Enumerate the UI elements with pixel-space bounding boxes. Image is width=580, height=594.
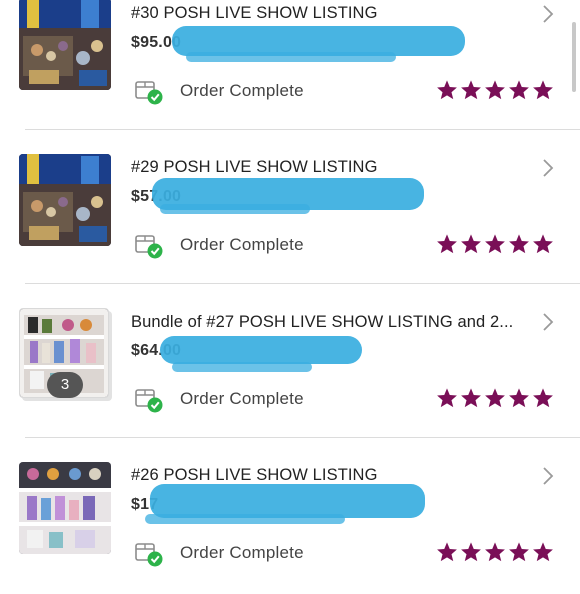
order-row-bundle-27[interactable]: 3 Bundle of #27 POSH LIVE SHOW LISTING a… <box>0 286 580 440</box>
row-divider <box>25 283 580 284</box>
package-check-icon <box>135 81 163 105</box>
rating-stars <box>436 79 554 101</box>
star-icon <box>437 388 457 408</box>
star-icon <box>533 80 553 100</box>
package-check-icon <box>135 389 163 413</box>
row-divider <box>25 437 580 438</box>
star-icon <box>461 388 481 408</box>
order-row-29[interactable]: #29 POSH LIVE SHOW LISTING $57.00 Order … <box>0 132 580 286</box>
redaction-scribble <box>186 52 396 62</box>
package-check-icon <box>135 235 163 259</box>
chevron-right-icon[interactable] <box>540 4 556 24</box>
star-icon <box>485 388 505 408</box>
row-divider <box>25 129 580 130</box>
listing-thumbnail <box>19 154 111 246</box>
redaction-scribble <box>172 362 312 372</box>
star-icon <box>509 80 529 100</box>
star-icon <box>533 234 553 254</box>
order-row-26[interactable]: #26 POSH LIVE SHOW LISTING $17 Order Com… <box>0 440 580 594</box>
listing-title: #26 POSH LIVE SHOW LISTING <box>131 466 378 484</box>
order-row-30[interactable]: #30 POSH LIVE SHOW LISTING $95.00 Order … <box>0 0 580 132</box>
star-icon <box>485 542 505 562</box>
star-icon <box>461 80 481 100</box>
listing-title: #29 POSH LIVE SHOW LISTING <box>131 158 378 176</box>
chevron-right-icon[interactable] <box>540 466 556 486</box>
order-status: Order Complete <box>180 389 304 408</box>
redaction-scribble <box>145 514 345 524</box>
star-icon <box>485 80 505 100</box>
rating-stars <box>436 233 554 255</box>
star-icon <box>509 234 529 254</box>
order-status: Order Complete <box>180 543 304 562</box>
redaction-scribble <box>160 204 310 214</box>
star-icon <box>437 542 457 562</box>
star-icon <box>509 542 529 562</box>
listing-title: Bundle of #27 POSH LIVE SHOW LISTING and… <box>131 313 514 331</box>
scrollbar[interactable] <box>572 22 576 92</box>
redaction-scribble <box>160 336 362 364</box>
star-icon <box>509 388 529 408</box>
star-icon <box>437 80 457 100</box>
rating-stars <box>436 541 554 563</box>
chevron-right-icon[interactable] <box>540 158 556 178</box>
star-icon <box>461 542 481 562</box>
redaction-scribble <box>150 484 425 518</box>
star-icon <box>437 234 457 254</box>
star-icon <box>461 234 481 254</box>
star-icon <box>533 388 553 408</box>
order-status: Order Complete <box>180 81 304 100</box>
star-icon <box>533 542 553 562</box>
chevron-right-icon[interactable] <box>540 312 556 332</box>
bundle-count-badge: 3 <box>47 372 83 398</box>
order-status: Order Complete <box>180 235 304 254</box>
package-check-icon <box>135 543 163 567</box>
listing-title: #30 POSH LIVE SHOW LISTING <box>131 4 378 22</box>
star-icon <box>485 234 505 254</box>
rating-stars <box>436 387 554 409</box>
listing-thumbnail <box>19 462 111 554</box>
listing-thumbnail <box>19 0 111 90</box>
